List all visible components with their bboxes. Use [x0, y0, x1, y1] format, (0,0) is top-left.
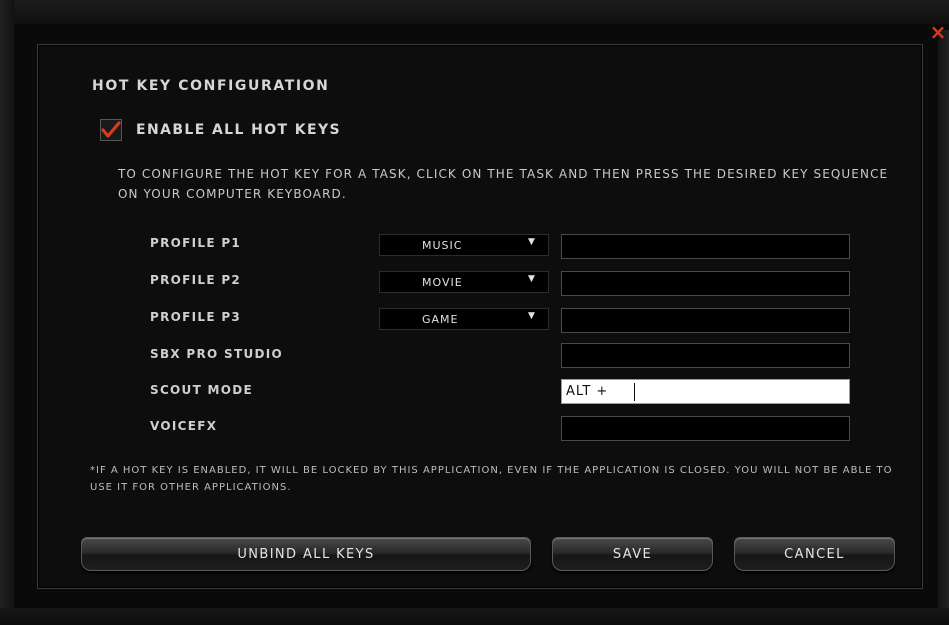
dialog-title: HOT KEY CONFIGURATION: [92, 78, 330, 94]
row-label-profile-p2: PROFILE P2: [150, 273, 242, 287]
instructions-text: To configure the hot key for a task, cli…: [118, 167, 889, 201]
row-label-voicefx: VOICEFX: [150, 419, 218, 433]
voicefx-hotkey-field[interactable]: [561, 416, 850, 441]
window-frame-bottom: [0, 608, 949, 625]
save-button[interactable]: Save: [552, 537, 713, 571]
cancel-button[interactable]: Cancel: [734, 537, 895, 571]
dropdown-arrow-icon: ▼: [528, 274, 535, 284]
profile-p3-select-value: Game: [422, 313, 459, 326]
window-frame-left: [0, 0, 14, 625]
enable-all-hot-keys-row[interactable]: ENABLE ALL HOT KEYS: [100, 119, 341, 141]
text-caret: [634, 383, 635, 401]
dropdown-arrow-icon: ▼: [528, 311, 535, 321]
enable-all-checkbox[interactable]: [100, 119, 122, 141]
dropdown-arrow-icon: ▼: [528, 237, 535, 247]
sbx-pro-studio-hotkey-field[interactable]: [561, 343, 850, 368]
footnote-text: *If a hot key is enabled, it will be loc…: [90, 465, 893, 493]
profile-p1-select-value: Music: [422, 239, 463, 252]
profile-p3-hotkey-field[interactable]: [561, 308, 850, 333]
profile-p2-select[interactable]: Movie ▼: [379, 271, 549, 293]
window-frame-right: [938, 30, 949, 625]
checkmark-icon: [101, 121, 121, 138]
enable-all-label: ENABLE ALL HOT KEYS: [136, 122, 341, 138]
profile-p3-select[interactable]: Game ▼: [379, 308, 549, 330]
unbind-all-keys-button[interactable]: Unbind All Keys: [81, 537, 531, 571]
profile-p1-select[interactable]: Music ▼: [379, 234, 549, 256]
scout-mode-hotkey-field[interactable]: Alt +: [561, 379, 850, 404]
row-label-profile-p1: PROFILE P1: [150, 236, 242, 250]
window-frame-top: [0, 0, 949, 24]
profile-p2-hotkey-field[interactable]: [561, 271, 850, 296]
close-icon[interactable]: ×: [928, 22, 948, 42]
profile-p2-select-value: Movie: [422, 276, 463, 289]
row-label-sbx-pro-studio: SBX PRO STUDIO: [150, 347, 284, 361]
row-label-profile-p3: PROFILE P3: [150, 310, 242, 324]
profile-p1-hotkey-field[interactable]: [561, 234, 850, 259]
hotkey-value: Alt +: [566, 384, 609, 399]
app-window: × HOT KEY CONFIGURATION ENABLE ALL HOT K…: [0, 0, 949, 625]
row-label-scout-mode: SCOUT MODE: [150, 383, 254, 397]
